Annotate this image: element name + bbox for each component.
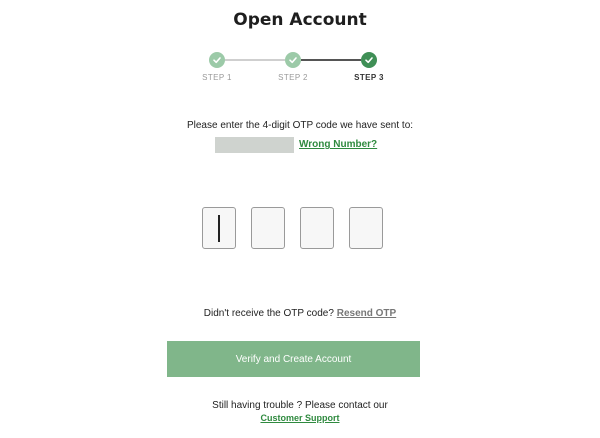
progress-stepper: STEP 1 STEP 2 STEP 3 [0,52,600,92]
customer-support-link[interactable]: Customer Support [260,412,339,424]
resend-otp-link[interactable]: Resend OTP [337,308,396,319]
step-2-check-icon [285,52,301,68]
trouble-text: Still having trouble ? Please contact ou… [212,400,388,411]
verify-create-account-button[interactable]: Verify and Create Account [167,341,420,377]
step-connector-1 [225,59,285,61]
step-connector-2 [301,59,361,61]
step-1-check-icon [209,52,225,68]
otp-digit-2-input[interactable] [251,207,285,249]
step-1-label: STEP 1 [202,73,232,82]
text-caret [218,215,220,242]
page-title: Open Account [233,10,367,30]
step-3-check-icon [361,52,377,68]
otp-digit-4-input[interactable] [349,207,383,249]
otp-digit-1-input[interactable] [202,207,236,249]
phone-row: Wrong Number? [215,136,377,153]
resend-prompt: Didn't receive the OTP code? [203,308,334,319]
resend-row: Didn't receive the OTP code? Resend OTP [0,308,600,319]
otp-instruction: Please enter the 4-digit OTP code we hav… [186,120,414,131]
step-3-label: STEP 3 [354,73,384,82]
step-2-label: STEP 2 [278,73,308,82]
support-footer: Still having trouble ? Please contact ou… [0,400,600,425]
otp-digit-3-input[interactable] [300,207,334,249]
wrong-number-link[interactable]: Wrong Number? [299,139,377,150]
masked-phone-number [215,136,294,153]
